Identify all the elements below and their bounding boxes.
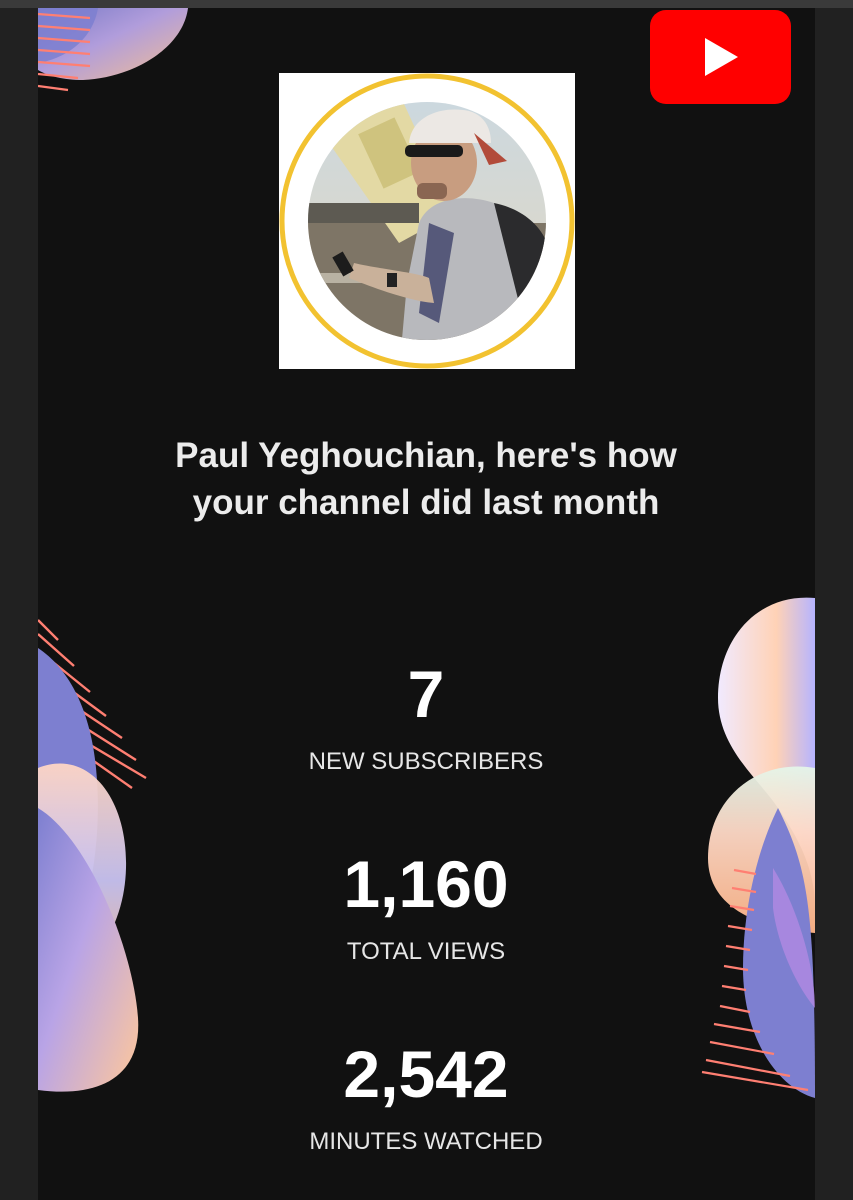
channel-avatar-image <box>279 73 575 369</box>
total-views-label: TOTAL VIEWS <box>346 938 506 965</box>
new-subscribers-value: 7 <box>407 657 445 731</box>
profile-picture <box>279 73 575 369</box>
total-views-value: 1,160 <box>343 847 509 921</box>
headline-line-1: Paul Yeghouchian, here's how <box>175 436 677 475</box>
monthly-report-card: Paul Yeghouchian, here's how your channe… <box>38 8 815 1200</box>
minutes-watched-label: MINUTES WATCHED <box>309 1128 543 1155</box>
headline-line-2: your channel did last month <box>192 483 660 522</box>
browser-top-bar <box>0 0 853 8</box>
youtube-play-icon <box>705 38 738 76</box>
youtube-logo <box>650 10 791 104</box>
report-headline: Paul Yeghouchian, here's how your channe… <box>116 432 736 526</box>
new-subscribers-label: NEW SUBSCRIBERS <box>308 748 544 775</box>
minutes-watched-value: 2,542 <box>343 1037 509 1111</box>
